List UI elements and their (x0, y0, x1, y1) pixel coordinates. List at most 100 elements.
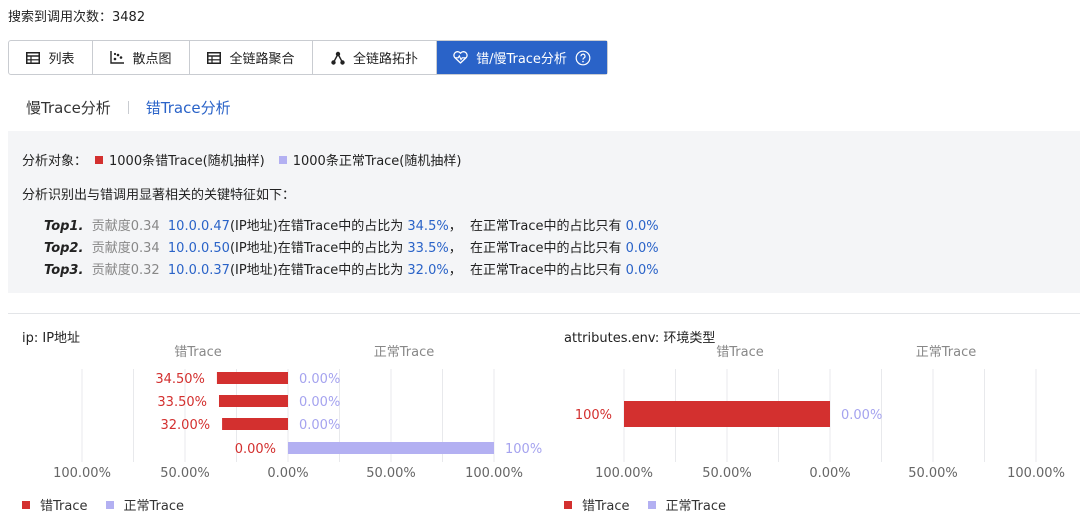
top-normal-text: 在正常Trace中的占比只有 (469, 263, 622, 278)
data-label-error: 32.00% (161, 418, 211, 433)
top-comma: ， (448, 263, 462, 278)
analysis-subtabs: 慢Trace分析 错Trace分析 (26, 97, 231, 118)
legend-normal-label: 正常Trace (123, 499, 185, 514)
chart-panel-ip: ip: IP地址 错Trace 正常Trace 100.00% 50.00% 0.00%… (8, 314, 548, 520)
chart-legend: 错Trace 正常Trace (564, 495, 744, 514)
series-header-normal: 正常Trace (374, 345, 435, 360)
normal-square-icon (278, 155, 287, 164)
series-header-normal: 正常Trace (916, 345, 977, 360)
top-rank: Top1. (44, 219, 84, 234)
scatter-icon (110, 51, 125, 64)
tab-scatter[interactable]: 散点图 (93, 41, 190, 74)
top-error-pct: 33.5% (407, 241, 449, 256)
data-label-normal: 0.00% (299, 372, 340, 387)
bar-error (216, 372, 288, 384)
help-circle-icon[interactable] (575, 50, 591, 66)
tab-error-slow-trace-analysis[interactable]: 错/慢Trace分析 (437, 41, 607, 74)
legend-item-normal[interactable]: 正常Trace (647, 495, 727, 514)
table-icon (207, 51, 222, 64)
chart-ip-svg: 错Trace 正常Trace 100.00% 50.00% 0.00% 50.00% 100… (53, 345, 542, 481)
data-label-error: 34.50% (155, 372, 205, 387)
error-square-icon (95, 155, 104, 164)
top-comma: ， (448, 241, 462, 256)
analysis-summary-text: 分析识别出与错调用显著相关的关键特征如下： (22, 188, 296, 203)
legend-normal-label: 正常Trace (665, 499, 727, 514)
x-tick-label: 100.00% (465, 466, 523, 481)
data-label-normal: 100% (505, 442, 542, 457)
subtab-slow-trace[interactable]: 慢Trace分析 (26, 97, 111, 118)
top-contribution: 贡献度0.34 (91, 241, 160, 256)
bar-error (218, 395, 288, 407)
x-tick-label: 50.00% (908, 466, 958, 481)
tab-full-chain-topology[interactable]: 全链路拓扑 (313, 41, 437, 74)
top-error-pct: 34.5% (407, 219, 449, 234)
top-contribution: 贡献度0.34 (91, 219, 160, 234)
normal-square-icon (105, 500, 114, 509)
x-tick-label: 0.00% (809, 466, 850, 481)
bar-normal (288, 442, 494, 454)
tab-topology-label: 全链路拓扑 (352, 52, 418, 67)
data-label-error: 0.00% (235, 442, 276, 457)
x-tick-label: 50.00% (702, 466, 752, 481)
top-feature-row: Top3. 贡献度0.32 10.0.0.37 (IP地址)在错Trace中的占… (44, 259, 659, 278)
top-mid-text: (IP地址)在错Trace中的占比为 (229, 241, 404, 256)
data-label-normal: 0.00% (299, 418, 340, 433)
top-normal-text: 在正常Trace中的占比只有 (469, 219, 622, 234)
tab-analysis-label: 错/慢Trace分析 (476, 52, 567, 67)
search-count-text: 搜索到调用次数：3482 (8, 10, 146, 25)
series-header-error: 错Trace (174, 345, 222, 360)
top-normal-pct: 0.0% (625, 219, 659, 234)
error-sample-label: 1000条错Trace(随机抽样) (109, 154, 265, 169)
top-error-pct: 32.0% (407, 263, 449, 278)
top-ip: 10.0.0.47 (167, 219, 230, 234)
top-rank: Top3. (44, 263, 84, 278)
tab-scatter-label: 散点图 (132, 52, 172, 67)
data-label-normal: 0.00% (841, 408, 882, 423)
series-header-error: 错Trace (716, 345, 764, 360)
analysis-summary-box: 分析对象： 1000条错Trace(随机抽样) 1000条正常Trace(随机抽… (8, 131, 1080, 293)
tab-list-label: 列表 (48, 52, 75, 67)
x-tick-label: 0.00% (267, 466, 308, 481)
subtab-error-trace[interactable]: 错Trace分析 (146, 97, 231, 118)
top-ip: 10.0.0.50 (167, 241, 230, 256)
top-feature-row: Top2. 贡献度0.34 10.0.0.50 (IP地址)在错Trace中的占… (44, 237, 659, 256)
error-square-icon (564, 500, 572, 509)
heart-pulse-icon (453, 51, 468, 64)
legend-error-label: 错Trace (582, 499, 630, 514)
bar-error (624, 401, 830, 427)
top-normal-pct: 0.0% (625, 241, 659, 256)
data-label-error: 33.50% (157, 395, 207, 410)
top-mid-text: (IP地址)在错Trace中的占比为 (229, 219, 404, 234)
chart-legend: 错Trace 正常Trace (22, 495, 202, 514)
legend-item-error[interactable]: 错Trace (564, 495, 630, 514)
subtab-divider (127, 101, 129, 114)
top-feature-row: Top1. 贡献度0.34 10.0.0.47 (IP地址)在错Trace中的占… (44, 215, 659, 234)
tab-aggregate-label: 全链路聚合 (229, 52, 295, 67)
tab-full-chain-aggregate[interactable]: 全链路聚合 (190, 41, 313, 74)
error-square-icon (22, 500, 30, 509)
top-rank: Top2. (44, 241, 84, 256)
top-mid-text: (IP地址)在错Trace中的占比为 (229, 263, 404, 278)
normal-sample-label: 1000条正常Trace(随机抽样) (292, 154, 462, 169)
top-comma: ， (448, 219, 462, 234)
analysis-target-row: 分析对象： 1000条错Trace(随机抽样) 1000条正常Trace(随机抽… (22, 150, 461, 169)
table-icon (26, 51, 41, 64)
legend-item-error[interactable]: 错Trace (22, 495, 88, 514)
top-normal-pct: 0.0% (625, 263, 659, 278)
legend-error-label: 错Trace (40, 499, 88, 514)
top-normal-text: 在正常Trace中的占比只有 (469, 241, 622, 256)
topology-icon (331, 51, 345, 65)
top-contribution: 贡献度0.32 (91, 263, 160, 278)
data-label-normal: 0.00% (299, 395, 340, 410)
tab-list[interactable]: 列表 (9, 41, 93, 74)
legend-item-normal[interactable]: 正常Trace (105, 495, 185, 514)
x-tick-label: 100.00% (595, 466, 653, 481)
analysis-target-label: 分析对象： (22, 154, 88, 169)
top-ip: 10.0.0.37 (167, 263, 230, 278)
x-tick-label: 50.00% (366, 466, 416, 481)
chart-env-svg: 错Trace 正常Trace 100.00% 50.00% 0.00% 50.00% 100… (575, 345, 1065, 481)
x-tick-label: 100.00% (53, 466, 111, 481)
data-label-error: 100% (575, 408, 612, 423)
chart-panel-env: attributes.env: 环境类型 错Trace 正常Trace 100.00… (550, 314, 1080, 520)
view-tabbar: 列表 散点图 全链路聚合 全链路拓扑 错/慢Trace分析 (8, 40, 608, 75)
